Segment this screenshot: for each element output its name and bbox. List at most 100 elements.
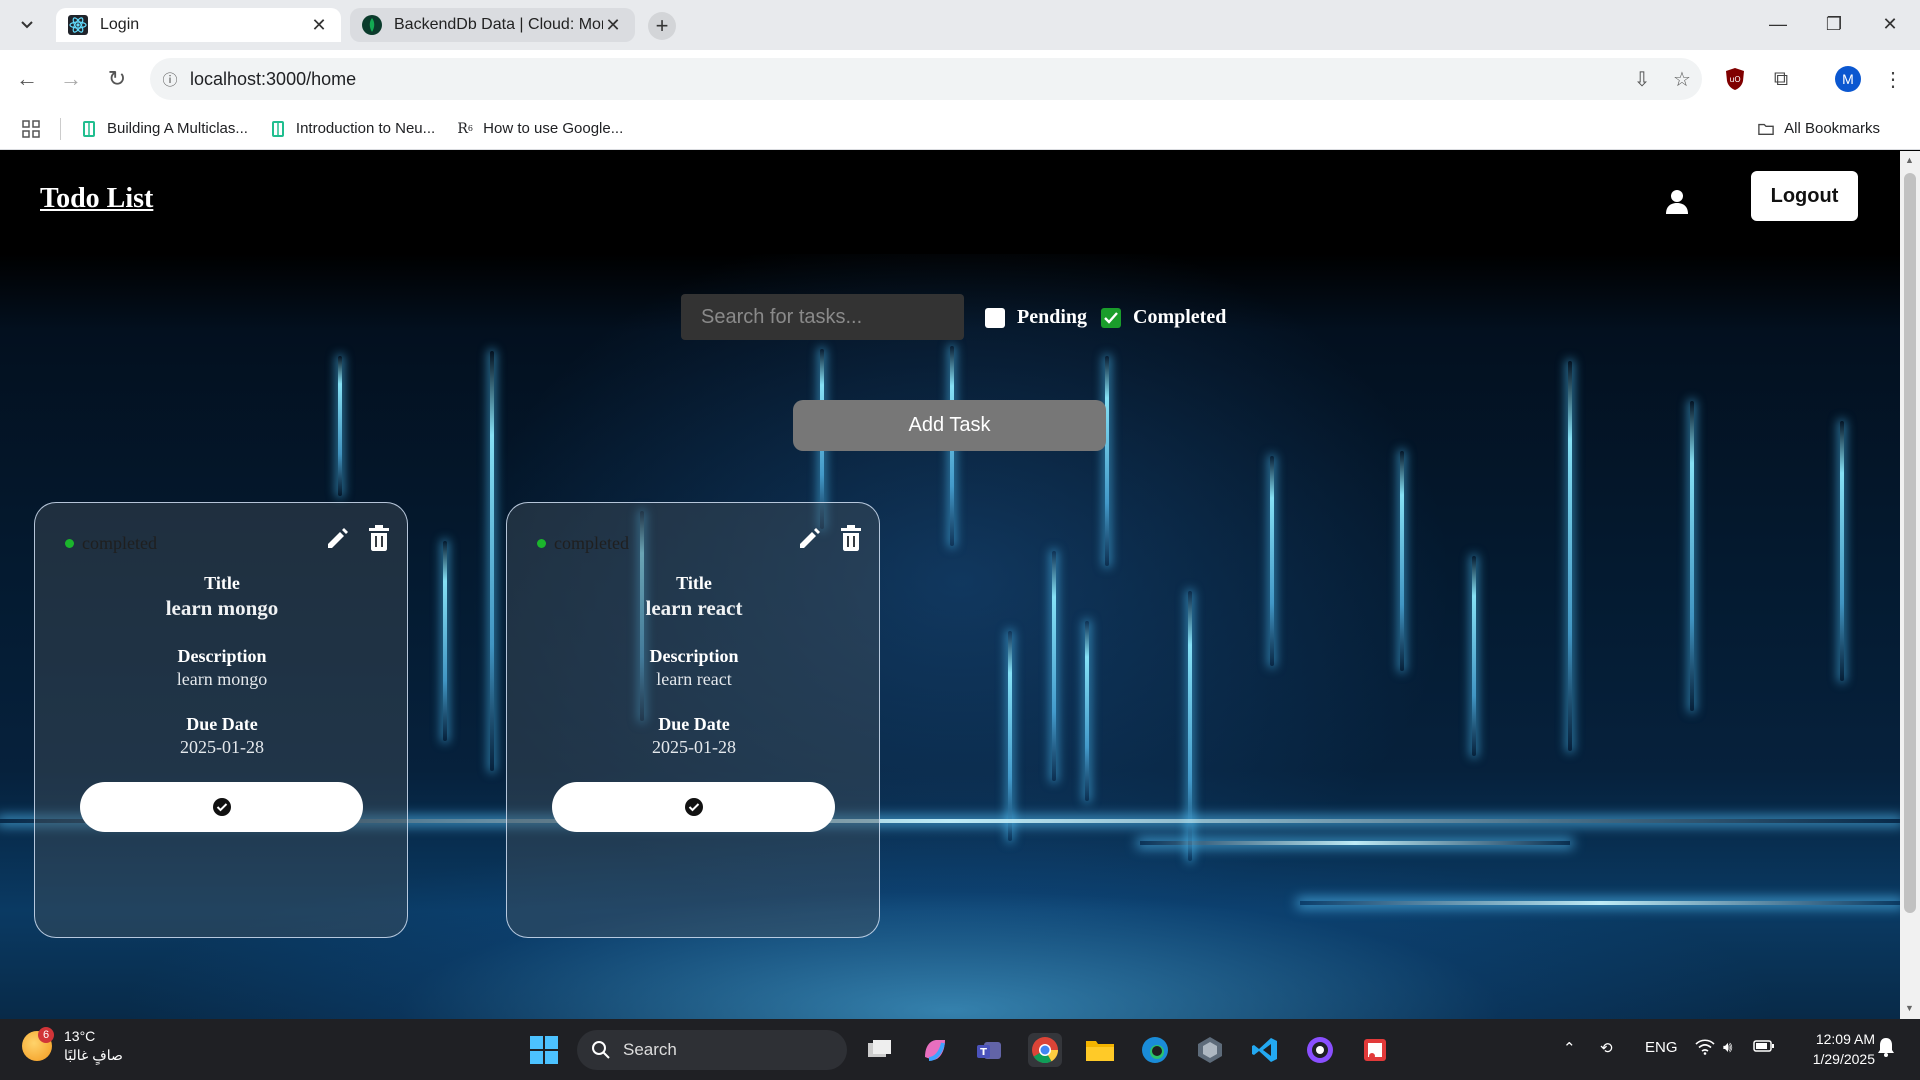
- sync-icon[interactable]: ⟲: [1600, 1039, 1613, 1057]
- volume-icon[interactable]: 🔊︎: [1723, 1039, 1732, 1056]
- new-tab-button[interactable]: +: [648, 12, 676, 40]
- weather-widget[interactable]: 6 13°C صافٍ غالبًا: [22, 1027, 123, 1065]
- language-indicator[interactable]: ENG: [1645, 1039, 1678, 1056]
- vscode-icon[interactable]: [1248, 1033, 1282, 1067]
- brand-link[interactable]: Todo List: [40, 183, 153, 215]
- description-label: Description: [649, 646, 739, 666]
- star-icon[interactable]: ☆: [1662, 67, 1702, 92]
- snipping-tool-icon[interactable]: [1358, 1033, 1392, 1067]
- bookmark-item[interactable]: Introduction to Neu...: [270, 120, 435, 137]
- mark-complete-button[interactable]: [80, 782, 363, 832]
- search-input[interactable]: [681, 294, 964, 340]
- page-viewport: Todo List Logout Pending Completed Add T…: [0, 151, 1900, 1019]
- more-vertical-icon: ⋮: [1883, 68, 1903, 91]
- tab-login[interactable]: Login ✕: [56, 8, 341, 42]
- minimize-button[interactable]: —: [1754, 8, 1802, 40]
- status-dot: [65, 539, 74, 548]
- notification-bell-icon[interactable]: [1877, 1037, 1895, 1061]
- app-navbar: Todo List Logout: [0, 151, 1900, 254]
- light-streak: [1690, 401, 1694, 711]
- due-date-label: Due Date: [658, 714, 730, 734]
- light-streak: [1568, 361, 1572, 751]
- apps-button[interactable]: [22, 119, 40, 138]
- filter-completed[interactable]: Completed: [1101, 306, 1226, 329]
- menu-button[interactable]: ⋮: [1878, 64, 1908, 94]
- scroll-down-icon[interactable]: ▼: [1905, 1003, 1914, 1013]
- light-streak: [490, 351, 494, 771]
- chevron-up-icon[interactable]: ⌃: [1563, 1039, 1576, 1057]
- due-date-label: Due Date: [186, 714, 258, 734]
- tab-backenddb[interactable]: BackendDb Data | Cloud: Mong ✕: [350, 8, 635, 42]
- bookmark-label: Introduction to Neu...: [295, 120, 436, 137]
- task-view-icon[interactable]: [863, 1033, 897, 1067]
- all-bookmarks-button[interactable]: All Bookmarks: [1758, 120, 1880, 137]
- notebook-icon: [81, 120, 97, 137]
- ublock-extension-icon[interactable]: uO: [1720, 64, 1750, 94]
- close-icon[interactable]: ✕: [309, 15, 329, 36]
- user-icon[interactable]: [1665, 189, 1689, 215]
- mark-complete-button[interactable]: [552, 782, 835, 832]
- task-due-date: 2025-01-28: [652, 737, 736, 757]
- title-label: Title: [204, 573, 240, 593]
- completed-checkbox[interactable]: [1101, 307, 1121, 328]
- trash-icon[interactable]: [840, 525, 862, 551]
- filter-pending[interactable]: Pending: [985, 306, 1087, 329]
- edge-icon[interactable]: [1138, 1033, 1172, 1067]
- arrow-right-icon: →: [60, 66, 82, 91]
- pending-checkbox[interactable]: [985, 307, 1005, 328]
- start-button[interactable]: [527, 1033, 561, 1067]
- chrome-icon[interactable]: [1028, 1033, 1062, 1067]
- logout-button[interactable]: Logout: [1751, 171, 1858, 221]
- page-scrollbar[interactable]: ▲ ▼: [1900, 151, 1920, 1019]
- task-title: learn mongo: [165, 596, 279, 620]
- svg-text:T: T: [980, 1047, 987, 1058]
- back-button[interactable]: ←: [12, 64, 42, 94]
- light-streak: [1840, 421, 1844, 681]
- wifi-icon[interactable]: [1695, 1039, 1715, 1059]
- plus-icon: +: [655, 13, 669, 38]
- battery-icon[interactable]: [1753, 1039, 1775, 1057]
- r-logo-icon: R6: [457, 120, 473, 137]
- tab-search-button[interactable]: [14, 12, 40, 38]
- browser-tab-bar: Login ✕ BackendDb Data | Cloud: Mong ✕ +…: [0, 0, 1920, 50]
- all-bookmarks-label: All Bookmarks: [1784, 120, 1880, 137]
- bookmark-item[interactable]: Building A Multiclas...: [81, 120, 248, 137]
- profile-avatar[interactable]: M: [1835, 66, 1861, 92]
- add-task-button[interactable]: Add Task: [793, 400, 1106, 451]
- restore-button[interactable]: ❐: [1810, 8, 1858, 40]
- chevron-down-icon: [21, 21, 33, 29]
- copilot-icon[interactable]: [918, 1033, 952, 1067]
- clock-date: 1/29/2025: [1812, 1051, 1875, 1067]
- restore-icon: ❐: [1825, 13, 1843, 34]
- check-circle-icon: [212, 798, 231, 816]
- url-text[interactable]: localhost:3000/home: [190, 69, 1622, 90]
- search-label: Search: [623, 1040, 677, 1059]
- scrollbar-thumb[interactable]: [1904, 173, 1916, 913]
- light-streak: [1008, 631, 1012, 841]
- pencil-icon[interactable]: [325, 525, 351, 551]
- trash-icon[interactable]: [368, 525, 390, 551]
- pencil-icon[interactable]: [797, 525, 823, 551]
- search-icon: [592, 1041, 610, 1059]
- teams-icon[interactable]: T: [973, 1033, 1007, 1067]
- system-clock[interactable]: 12:09 AM 1/29/2025: [1793, 1029, 1875, 1069]
- install-app-icon[interactable]: ⇩: [1622, 67, 1662, 92]
- divider: [60, 117, 61, 140]
- reload-button[interactable]: ↻: [102, 64, 132, 94]
- bookmark-item[interactable]: R6 How to use Google...: [457, 120, 623, 137]
- task-due-date: 2025-01-28: [180, 737, 264, 757]
- app-icon[interactable]: [1193, 1033, 1227, 1067]
- site-info-icon[interactable]: ⓘ: [150, 69, 190, 90]
- reload-icon: ↻: [107, 66, 127, 91]
- taskbar-search[interactable]: Search: [577, 1030, 847, 1070]
- svg-text:uO: uO: [1729, 75, 1740, 84]
- github-desktop-icon[interactable]: [1303, 1033, 1337, 1067]
- close-icon[interactable]: ✕: [603, 15, 623, 36]
- title-label: Title: [676, 573, 712, 593]
- close-window-button[interactable]: ✕: [1866, 8, 1914, 40]
- extensions-button[interactable]: ⧉: [1766, 64, 1796, 94]
- address-bar[interactable]: ⓘ localhost:3000/home ⇩ ☆: [150, 58, 1702, 100]
- file-explorer-icon[interactable]: [1083, 1033, 1117, 1067]
- scroll-up-icon[interactable]: ▲: [1905, 155, 1914, 165]
- forward-button[interactable]: →: [56, 64, 86, 94]
